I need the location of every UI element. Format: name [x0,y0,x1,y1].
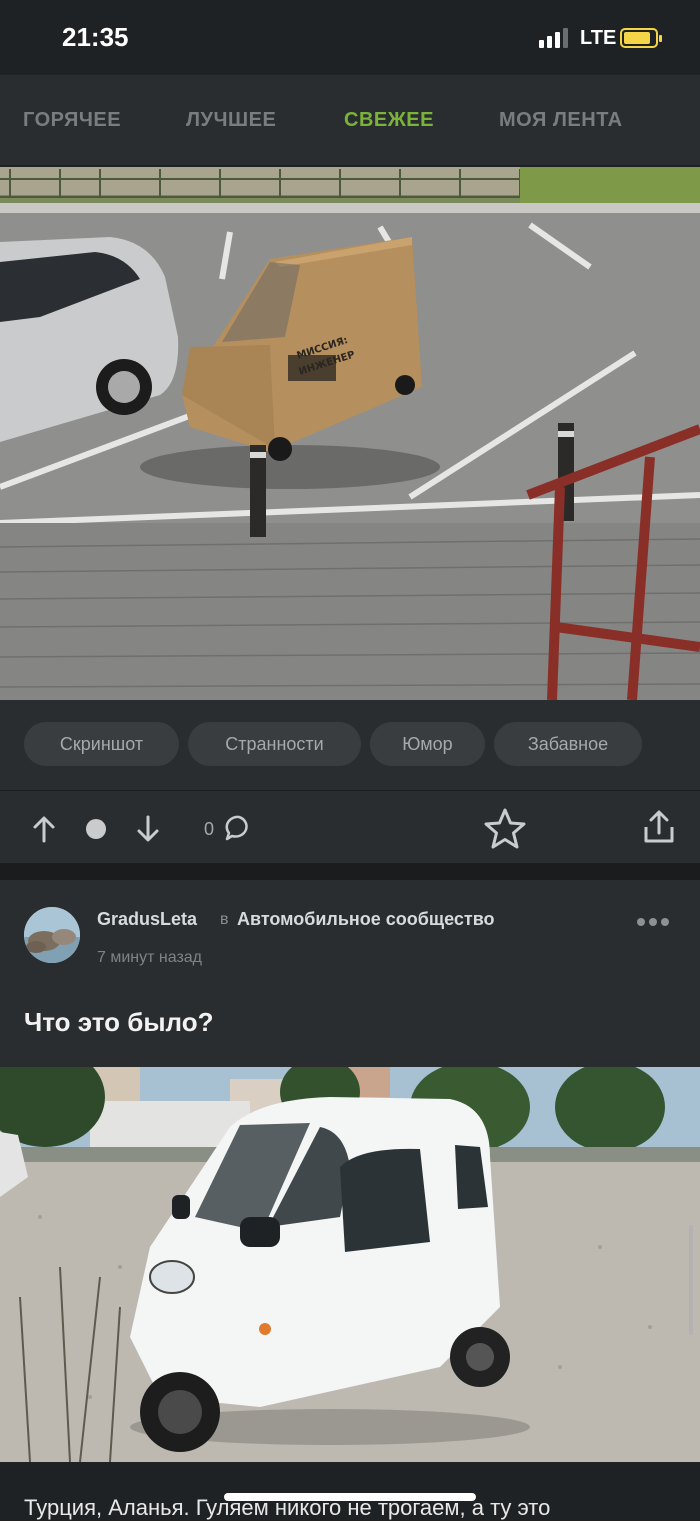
comment-icon[interactable] [224,814,254,842]
status-bar: 21:35 LTE [0,0,700,75]
network-type: LTE [580,27,617,49]
downvote-icon[interactable] [136,815,160,843]
tag-chip[interactable]: Скриншот [24,722,179,766]
post-image-micro-car[interactable] [0,1067,700,1462]
comment-count: 0 [204,819,215,839]
community-link[interactable]: Автомобильное сообщество [237,909,495,930]
home-indicator[interactable] [224,1493,476,1501]
tab-my-feed[interactable]: МОЯ ЛЕНТА [499,109,623,132]
post-separator [0,863,700,880]
tags-bar: Скриншот Странности Юмор Забавное [0,700,700,790]
tag-chip[interactable]: Забавное [494,722,642,766]
signal-icon [539,28,568,48]
more-options-icon[interactable] [637,918,669,926]
in-label: в [220,911,229,928]
upvote-icon[interactable] [32,815,56,843]
post-title[interactable]: Что это было? [24,1007,213,1038]
post-header: GradusLeta в Автомобильное сообщество 7 … [0,880,700,1067]
share-icon[interactable] [642,809,676,845]
status-time: 21:35 [62,22,129,52]
tab-best[interactable]: ЛУЧШЕЕ [186,109,276,132]
tag-chip[interactable]: Странности [188,722,361,766]
author-name[interactable]: GradusLeta [97,909,197,930]
post-actions: 0 [0,790,700,863]
author-avatar[interactable] [24,907,80,963]
tag-chip[interactable]: Юмор [370,722,485,766]
scroll-indicator [689,1225,693,1335]
post-image-wooden-car[interactable]: МИССИЯ: ИНЖЕНЕР [0,167,700,700]
rating-dot-icon [86,819,106,839]
favorite-star-icon[interactable] [482,807,528,851]
post-time: 7 минут назад [97,949,203,966]
feed-tabs: ГОРЯЧЕЕ ЛУЧШЕЕ СВЕЖЕЕ МОЯ ЛЕНТА [0,75,700,165]
tab-fresh[interactable]: СВЕЖЕЕ [344,109,434,132]
tab-hot[interactable]: ГОРЯЧЕЕ [23,109,121,132]
battery-charging-icon [620,28,662,48]
